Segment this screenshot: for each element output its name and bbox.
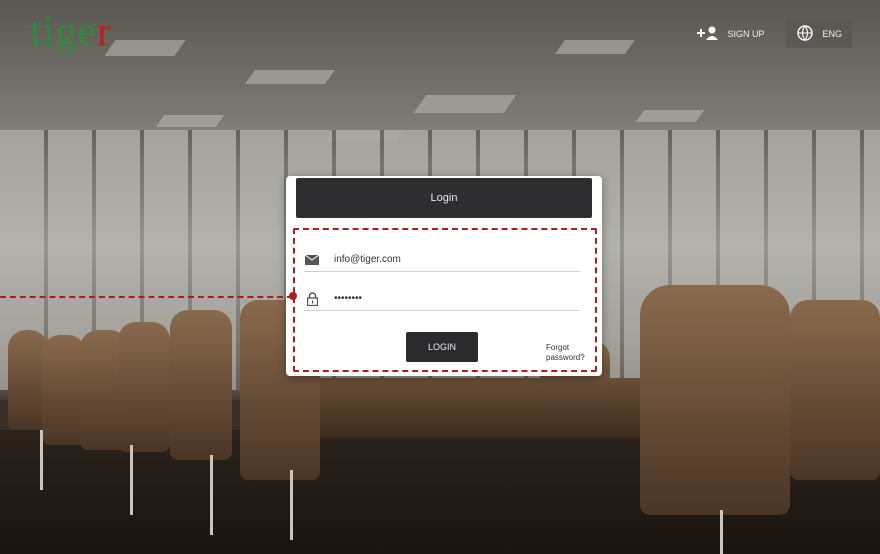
envelope-icon [304,254,320,265]
language-selector[interactable]: ENG [786,20,852,48]
logo-text-red: r [96,9,112,55]
email-input[interactable] [334,254,564,265]
header-actions: SIGN UP ENG [689,20,852,48]
forgot-password-link[interactable]: Forgot password? [546,343,596,363]
password-input[interactable] [334,293,564,304]
signup-label: SIGN UP [727,29,765,39]
annotation-connector-line [0,296,293,298]
login-title: Login [296,178,592,218]
globe-icon [796,24,814,44]
login-button[interactable]: LOGIN [406,332,478,362]
signup-button[interactable]: SIGN UP [689,20,772,48]
add-user-icon [697,26,719,42]
logo-text-green: tige [30,9,97,55]
lock-icon [304,291,320,306]
password-field [304,287,580,311]
tiger-logo[interactable]: tiger [30,8,112,56]
email-field [304,248,580,272]
language-label: ENG [822,29,842,39]
